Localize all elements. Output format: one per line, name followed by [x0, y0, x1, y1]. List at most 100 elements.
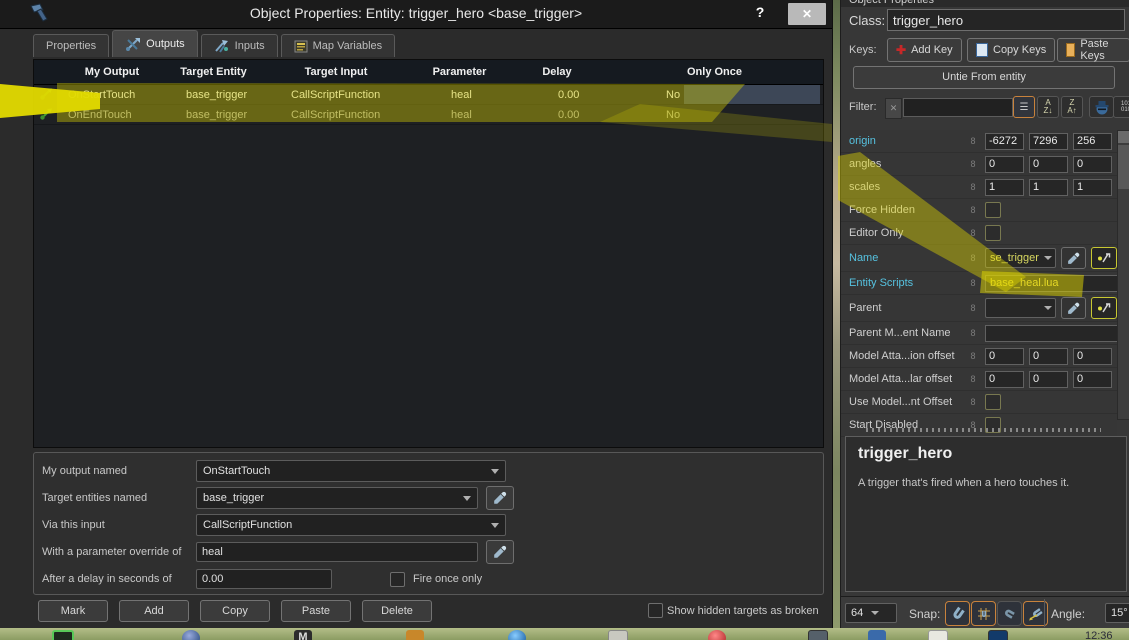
prop-row-editor-only[interactable]: Editor Only 8 — [841, 222, 1117, 245]
prop-row-entity-scripts[interactable]: Entity Scripts 8 — [841, 272, 1117, 295]
paste-page-icon — [1066, 43, 1075, 57]
parent-combo[interactable] — [985, 298, 1056, 318]
binary-button[interactable]: 101010 — [1113, 96, 1129, 118]
prop-row-scales[interactable]: scales 8 1 1 1 — [841, 176, 1117, 199]
property-grid-scrollbar[interactable] — [1117, 130, 1129, 420]
add-button[interactable]: Add — [119, 600, 189, 622]
sort-az-button[interactable]: AZ↓ — [1037, 96, 1059, 118]
prop-row-angles[interactable]: angles 8 0 0 0 — [841, 153, 1117, 176]
taskbar-app-icon[interactable] — [406, 630, 424, 640]
menu-button[interactable]: ☰ — [1013, 96, 1035, 118]
entity-scripts-input[interactable] — [985, 275, 1123, 292]
link-icon: 8 — [961, 397, 985, 407]
angle-combo[interactable]: 15° — [1105, 603, 1129, 623]
keys-label: Keys: — [849, 44, 877, 56]
eyedropper-button[interactable] — [486, 486, 514, 510]
class-input[interactable] — [887, 9, 1125, 31]
chevron-down-icon — [1044, 306, 1052, 310]
target-entities-combo[interactable]: base_trigger — [196, 487, 478, 509]
editor-only-checkbox[interactable] — [985, 225, 1001, 241]
prop-row-name[interactable]: Name 8 se_trigger — [841, 245, 1117, 272]
taskbar-app-icon[interactable] — [868, 630, 886, 640]
output-row-onstarttouch[interactable]: OnStartTouch base_trigger CallScriptFunc… — [34, 85, 823, 105]
spy-button[interactable] — [1089, 96, 1114, 118]
parent-attachment-input[interactable] — [985, 325, 1123, 342]
col-delay[interactable]: Delay — [508, 66, 606, 78]
eyedropper-button[interactable] — [1061, 247, 1087, 269]
clear-filter-button[interactable]: ✕ — [885, 98, 902, 119]
name-combo[interactable]: se_trigger — [985, 248, 1056, 268]
filter-input[interactable] — [903, 98, 1013, 117]
copy-keys-button[interactable]: Copy Keys — [967, 38, 1055, 62]
col-parameter[interactable]: Parameter — [411, 66, 508, 78]
sort-za-button[interactable]: ZA↑ — [1061, 96, 1083, 118]
taskbar-app-icon[interactable] — [708, 630, 726, 640]
eyedropper-button[interactable] — [1061, 297, 1087, 319]
vertex-snap-toggle[interactable] — [997, 601, 1022, 626]
paste-button[interactable]: Paste — [281, 600, 351, 622]
taskbar-app-icon[interactable] — [808, 630, 828, 640]
col-target-entity[interactable]: Target Entity — [166, 66, 261, 78]
untie-from-entity-button[interactable]: Untie From entity — [853, 66, 1115, 89]
taskbar-app-icon[interactable] — [182, 630, 200, 640]
fire-once-checkbox[interactable] — [390, 572, 405, 587]
taskbar-app-icon[interactable] — [508, 630, 526, 640]
help-button[interactable]: ? — [752, 4, 768, 20]
close-button[interactable]: ✕ — [788, 3, 826, 25]
grid-size-combo[interactable]: 64 — [845, 603, 897, 623]
show-hidden-checkbox[interactable] — [648, 603, 663, 618]
eyedropper-button[interactable] — [486, 540, 514, 564]
entity-class-title: trigger_hero — [858, 445, 952, 463]
delay-label: After a delay in seconds of — [42, 573, 196, 585]
grid-snap-toggle[interactable] — [945, 601, 970, 626]
copy-button[interactable]: Copy — [200, 600, 270, 622]
entity-picker-button[interactable] — [1091, 247, 1117, 269]
my-output-combo[interactable]: OnStartTouch — [196, 460, 506, 482]
taskbar-app-icon[interactable]: M — [294, 630, 312, 640]
tab-map-variables[interactable]: Map Variables — [281, 34, 396, 57]
delay-input[interactable] — [196, 569, 332, 589]
prop-row-model-attachment-position-offset[interactable]: Model Atta...ion offset 8 0 0 0 — [841, 345, 1117, 368]
parameter-input[interactable] — [196, 542, 478, 562]
delete-button[interactable]: Delete — [362, 600, 432, 622]
tab-outputs[interactable]: Outputs — [112, 30, 198, 57]
prop-row-force-hidden[interactable]: Force Hidden 8 — [841, 199, 1117, 222]
col-target-input[interactable]: Target Input — [261, 66, 411, 78]
via-input-combo[interactable]: CallScriptFunction — [196, 514, 506, 536]
prop-row-parent-attachment-name[interactable]: Parent M...ent Name 8 — [841, 322, 1117, 345]
taskbar-app-icon[interactable] — [928, 630, 948, 640]
taskbar-app-icon[interactable] — [52, 630, 74, 640]
entity-picker-button[interactable] — [1091, 297, 1117, 319]
prop-row-origin[interactable]: origin 8 -6272 7296 256 — [841, 130, 1117, 153]
scroll-up-button[interactable] — [1118, 131, 1129, 143]
output-row-onendtouch[interactable]: OnEndTouch base_trigger CallScriptFuncti… — [34, 105, 823, 125]
taskbar-app-icon[interactable] — [988, 630, 1008, 640]
col-my-output[interactable]: My Output — [58, 66, 166, 78]
dialog-titlebar[interactable]: Object Properties: Entity: trigger_hero … — [0, 0, 832, 29]
prop-row-parent[interactable]: Parent 8 — [841, 295, 1117, 322]
eyedropper-icon — [1067, 252, 1080, 265]
entity-description: trigger_hero A trigger that's fired when… — [845, 436, 1127, 592]
grid-lines-snap-toggle[interactable] — [971, 601, 996, 626]
taskbar-app-icon[interactable] — [608, 630, 628, 640]
mark-button[interactable]: Mark — [38, 600, 108, 622]
add-key-button[interactable]: ✚ Add Key — [887, 38, 962, 62]
panel-splitter[interactable] — [866, 428, 1101, 432]
filter-label: Filter: — [849, 101, 877, 113]
col-only-once[interactable]: Only Once — [606, 66, 823, 78]
tab-inputs[interactable]: Inputs — [201, 34, 278, 57]
object-properties-dialog: Object Properties: Entity: trigger_hero … — [0, 0, 833, 628]
use-model-offset-checkbox[interactable] — [985, 394, 1001, 410]
prop-row-use-model-attachment-offset[interactable]: Use Model...nt Offset 8 — [841, 391, 1117, 414]
scrollbar-thumb[interactable] — [1118, 145, 1129, 189]
force-hidden-checkbox[interactable] — [985, 202, 1001, 218]
output-connection-icon — [39, 108, 53, 121]
taskbar: M 12:36 — [0, 628, 1129, 640]
magnet-icon — [950, 606, 966, 622]
paste-keys-button[interactable]: Paste Keys — [1057, 38, 1129, 62]
tab-properties[interactable]: Properties — [33, 34, 109, 57]
prop-row-start-disabled[interactable]: Start Disabled 8 — [841, 414, 1117, 437]
object-properties-panel: Object Properties Class: Keys: ✚ Add Key… — [840, 0, 1129, 628]
prop-row-model-attachment-angular-offset[interactable]: Model Atta...lar offset 8 0 0 0 — [841, 368, 1117, 391]
outputs-table: My Output Target Entity Target Input Par… — [33, 59, 824, 448]
